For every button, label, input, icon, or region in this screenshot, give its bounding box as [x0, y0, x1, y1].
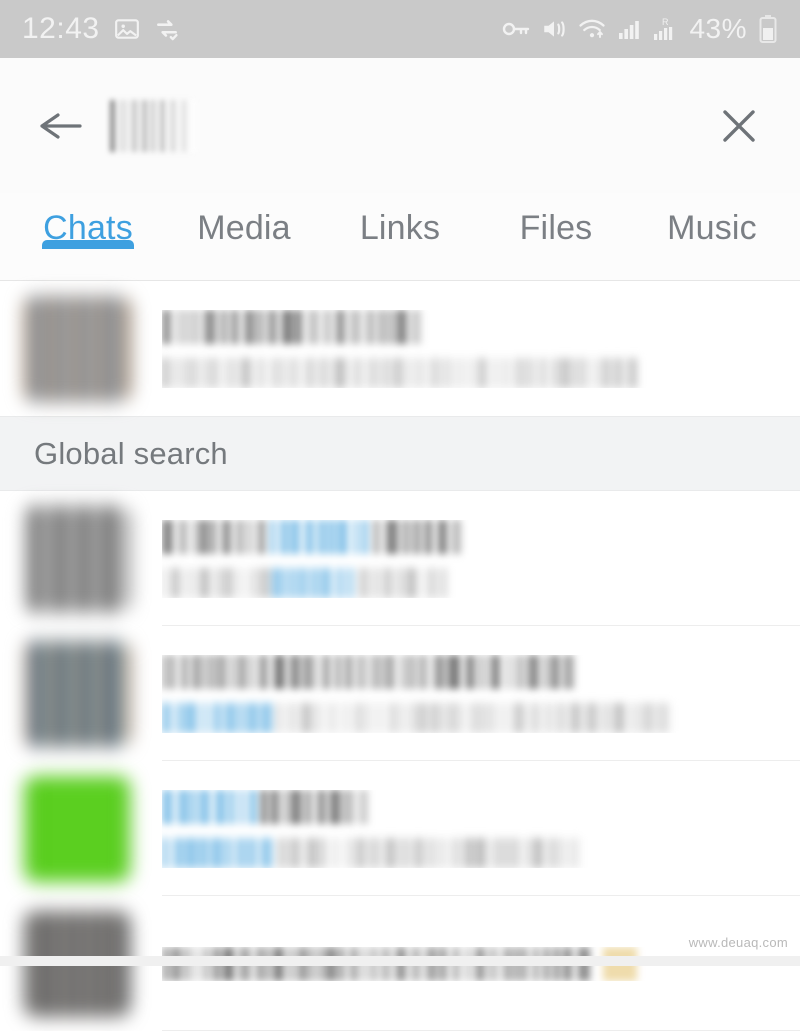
list-item-subtitle-redacted	[162, 567, 780, 598]
list-item-subtitle-redacted	[162, 837, 780, 868]
list-item-title-redacted	[162, 654, 780, 689]
tab-music[interactable]: Music	[634, 193, 790, 248]
watermark: www.deuaq.com	[688, 935, 788, 950]
avatar	[24, 775, 130, 882]
tab-files[interactable]: Files	[478, 193, 634, 248]
roaming-signal-icon: R	[652, 16, 678, 42]
search-input[interactable]	[110, 95, 708, 157]
image-icon	[114, 16, 140, 42]
list-item-subtitle-redacted	[162, 357, 780, 388]
status-bar-right: R 43%	[502, 13, 778, 45]
back-button[interactable]	[30, 95, 92, 157]
tab-bar: Chats Media Links Files Music	[0, 193, 800, 281]
section-header-label: Global search	[34, 435, 228, 471]
list-item[interactable]	[0, 491, 800, 626]
system-nav-bar	[0, 956, 800, 966]
status-bar: 12:43 R 43%	[0, 0, 800, 58]
svg-text:R: R	[662, 17, 669, 27]
status-bar-left: 12:43	[22, 12, 180, 46]
avatar	[24, 640, 130, 747]
battery-icon	[758, 14, 778, 44]
list-item-title-redacted	[162, 309, 780, 344]
list-item-text	[162, 309, 800, 388]
tab-files-label: Files	[519, 209, 593, 247]
tab-links[interactable]: Links	[322, 193, 478, 248]
tab-music-label: Music	[667, 209, 757, 247]
tab-media[interactable]: Media	[166, 193, 322, 248]
search-results-list: Global search	[0, 281, 800, 1031]
data-sync-icon	[154, 16, 180, 42]
list-item[interactable]	[0, 281, 800, 416]
global-search-rows	[0, 491, 800, 1031]
list-item-text	[162, 519, 800, 598]
list-item-title-redacted	[162, 519, 780, 554]
search-query-redacted	[110, 99, 208, 152]
tab-chats[interactable]: Chats	[10, 193, 166, 249]
wifi-icon	[578, 17, 606, 41]
tab-media-label: Media	[197, 209, 291, 247]
close-button[interactable]	[708, 95, 770, 157]
list-item-text	[162, 654, 800, 733]
back-arrow-icon	[36, 106, 86, 146]
vpn-key-icon	[502, 18, 530, 40]
list-item[interactable]	[0, 626, 800, 761]
list-item-subtitle-redacted	[162, 702, 780, 733]
list-item[interactable]	[0, 761, 800, 896]
avatar	[24, 295, 130, 402]
app-bar	[0, 58, 800, 193]
section-header-global-search: Global search	[0, 416, 800, 491]
avatar	[24, 505, 130, 612]
close-icon	[716, 103, 762, 149]
mute-icon	[541, 16, 567, 42]
tab-active-indicator	[42, 240, 134, 249]
status-clock: 12:43	[22, 12, 100, 45]
battery-percentage: 43%	[689, 13, 747, 44]
list-item-title-redacted	[162, 789, 780, 824]
list-item-text	[162, 789, 800, 868]
signal-icon	[617, 17, 641, 41]
tab-links-label: Links	[359, 209, 441, 247]
